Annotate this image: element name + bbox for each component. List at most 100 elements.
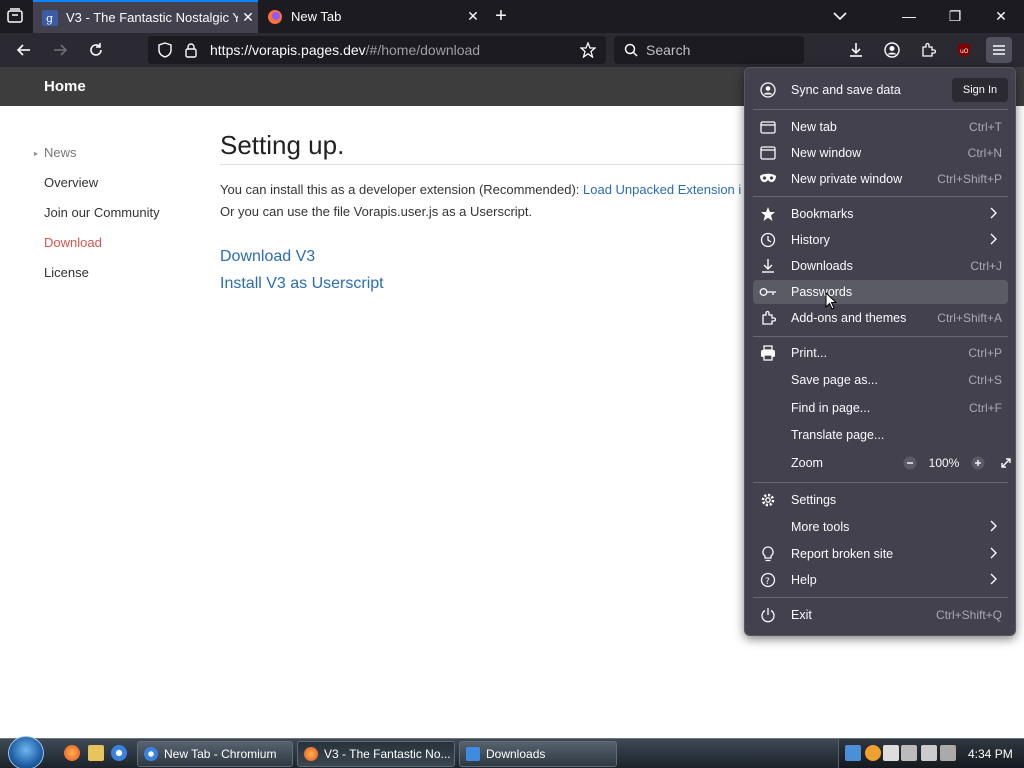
- search-input[interactable]: Search: [614, 36, 804, 64]
- load-unpacked-link[interactable]: Load Unpacked Extension i: [583, 182, 741, 197]
- shortcut: Ctrl+F: [969, 401, 1002, 415]
- lock-icon[interactable]: [184, 42, 198, 58]
- nav-license[interactable]: License: [44, 265, 89, 280]
- print-item[interactable]: Print... Ctrl+P: [753, 341, 1008, 365]
- tray-app-icon[interactable]: [845, 745, 861, 761]
- bookmarks-label: Bookmarks: [791, 207, 854, 221]
- zoom-row: Zoom 100%: [753, 451, 1011, 475]
- shortcut: Ctrl+Shift+P: [937, 172, 1002, 186]
- list-all-tabs-icon[interactable]: [5, 7, 25, 25]
- passwords-item[interactable]: Passwords: [753, 280, 1008, 304]
- history-item[interactable]: History: [753, 228, 1008, 252]
- new-tab-item[interactable]: New tab Ctrl+T: [753, 115, 1008, 139]
- chevron-down-icon[interactable]: [830, 8, 850, 24]
- home-link[interactable]: Home: [44, 78, 86, 95]
- tab-title: New Tab: [291, 9, 342, 24]
- exit-label: Exit: [791, 608, 812, 622]
- ublock-origin-icon[interactable]: uO: [951, 37, 977, 63]
- shield-icon[interactable]: [157, 42, 173, 58]
- passwords-label: Passwords: [791, 285, 853, 299]
- shortcut: Ctrl+T: [969, 120, 1002, 134]
- close-tab-icon[interactable]: ✕: [238, 9, 258, 26]
- nav-toolbar: https://vorapis.pages.dev/#/home/downloa…: [0, 33, 1024, 67]
- bookmark-star-icon[interactable]: [580, 42, 596, 58]
- help-question-icon: ?: [759, 571, 777, 589]
- forward-arrow-icon[interactable]: [47, 37, 73, 63]
- account-icon[interactable]: [879, 37, 905, 63]
- nav-download[interactable]: Download: [44, 235, 102, 250]
- shortcut: Ctrl+N: [967, 146, 1002, 160]
- clock-icon: [759, 231, 777, 249]
- menu-separator: [753, 482, 1008, 483]
- new-tab-plus-icon[interactable]: +: [489, 4, 513, 28]
- clock[interactable]: 4:34 PM: [968, 747, 1013, 761]
- taskbar-firefox-button[interactable]: V3 - The Fantastic No...: [297, 741, 455, 767]
- find-label: Find in page...: [791, 401, 871, 415]
- report-broken-site-item[interactable]: Report broken site: [753, 542, 1008, 566]
- downloads-item[interactable]: Downloads Ctrl+J: [753, 254, 1008, 278]
- addons-item[interactable]: Add-ons and themes Ctrl+Shift+A: [753, 306, 1008, 330]
- tab-vorapis[interactable]: g V3 - The Fantastic Nostalgic You ✕: [33, 0, 258, 33]
- exit-item[interactable]: Exit Ctrl+Shift+Q: [753, 603, 1008, 627]
- tray-volume-muted-icon[interactable]: [940, 745, 956, 761]
- zoom-in-icon[interactable]: [967, 452, 989, 474]
- new-private-window-item[interactable]: New private window Ctrl+Shift+P: [753, 167, 1008, 191]
- gear-icon: [759, 491, 777, 509]
- save-page-item[interactable]: Save page as... Ctrl+S: [753, 368, 1008, 392]
- find-in-page-item[interactable]: Find in page... Ctrl+F: [753, 396, 1008, 420]
- close-window-icon[interactable]: ✕: [990, 5, 1012, 27]
- tab-title: V3 - The Fantastic Nostalgic You: [66, 10, 238, 25]
- extensions-puzzle-icon[interactable]: [915, 37, 941, 63]
- tray-monitor-icon[interactable]: [921, 745, 937, 761]
- translate-page-item[interactable]: Translate page...: [753, 423, 1008, 447]
- bullet-icon: ▸: [34, 149, 39, 158]
- sign-in-button[interactable]: Sign In: [952, 78, 1008, 102]
- hamburger-menu-icon[interactable]: [986, 37, 1012, 63]
- restore-icon[interactable]: ❐: [944, 5, 966, 27]
- start-button-icon[interactable]: [8, 736, 44, 768]
- new-window-item[interactable]: New window Ctrl+N: [753, 141, 1008, 165]
- downloads-icon[interactable]: [843, 37, 869, 63]
- taskbar-chromium-button[interactable]: New Tab - Chromium: [137, 741, 293, 767]
- download-v3-link[interactable]: Download V3: [220, 243, 780, 270]
- url-bar[interactable]: https://vorapis.pages.dev/#/home/downloa…: [148, 36, 606, 64]
- bookmarks-item[interactable]: Bookmarks: [753, 202, 1008, 226]
- more-tools-item[interactable]: More tools: [753, 515, 1008, 539]
- fullscreen-icon[interactable]: [995, 452, 1017, 474]
- folder-quicklaunch-icon[interactable]: [88, 745, 104, 761]
- more-tools-label: More tools: [791, 520, 850, 534]
- install-userscript-link[interactable]: Install V3 as Userscript: [220, 270, 780, 297]
- nav-community[interactable]: Join our Community: [44, 205, 160, 220]
- chromium-quicklaunch-icon[interactable]: [111, 745, 127, 761]
- url-text: https://vorapis.pages.dev/#/home/downloa…: [210, 42, 481, 58]
- taskbar-downloads-button[interactable]: Downloads: [459, 741, 617, 767]
- nav-overview[interactable]: Overview: [44, 175, 98, 190]
- chevron-right-icon: [988, 207, 1002, 222]
- history-label: History: [791, 233, 830, 247]
- close-tab-icon[interactable]: ✕: [463, 8, 483, 25]
- zoom-value[interactable]: 100%: [921, 456, 967, 470]
- tray-flag-icon[interactable]: [883, 745, 899, 761]
- minimize-icon[interactable]: —: [898, 5, 920, 27]
- power-icon: [759, 606, 777, 624]
- firefox-quicklaunch-icon[interactable]: [64, 745, 80, 761]
- tab-new-tab[interactable]: New Tab ✕: [258, 0, 483, 33]
- back-arrow-icon[interactable]: [11, 37, 37, 63]
- settings-item[interactable]: Settings: [753, 488, 1008, 512]
- lightbulb-icon: [759, 545, 777, 563]
- nav-news[interactable]: News: [44, 145, 77, 160]
- puzzle-icon: [759, 309, 777, 327]
- settings-label: Settings: [791, 493, 837, 507]
- taskbar-label: Downloads: [486, 747, 546, 761]
- tray-search-icon[interactable]: [865, 745, 881, 761]
- download-icon: [759, 257, 777, 275]
- tray-network-icon[interactable]: [901, 745, 917, 761]
- new-tab-icon: [759, 118, 777, 136]
- save-page-label: Save page as...: [791, 373, 878, 387]
- shortcut: Ctrl+J: [970, 259, 1002, 273]
- reload-icon[interactable]: [83, 37, 109, 63]
- help-item[interactable]: ? Help: [753, 568, 1008, 592]
- new-window-label: New window: [791, 146, 862, 160]
- zoom-out-icon[interactable]: [899, 452, 921, 474]
- taskbar-label: New Tab - Chromium: [164, 747, 277, 761]
